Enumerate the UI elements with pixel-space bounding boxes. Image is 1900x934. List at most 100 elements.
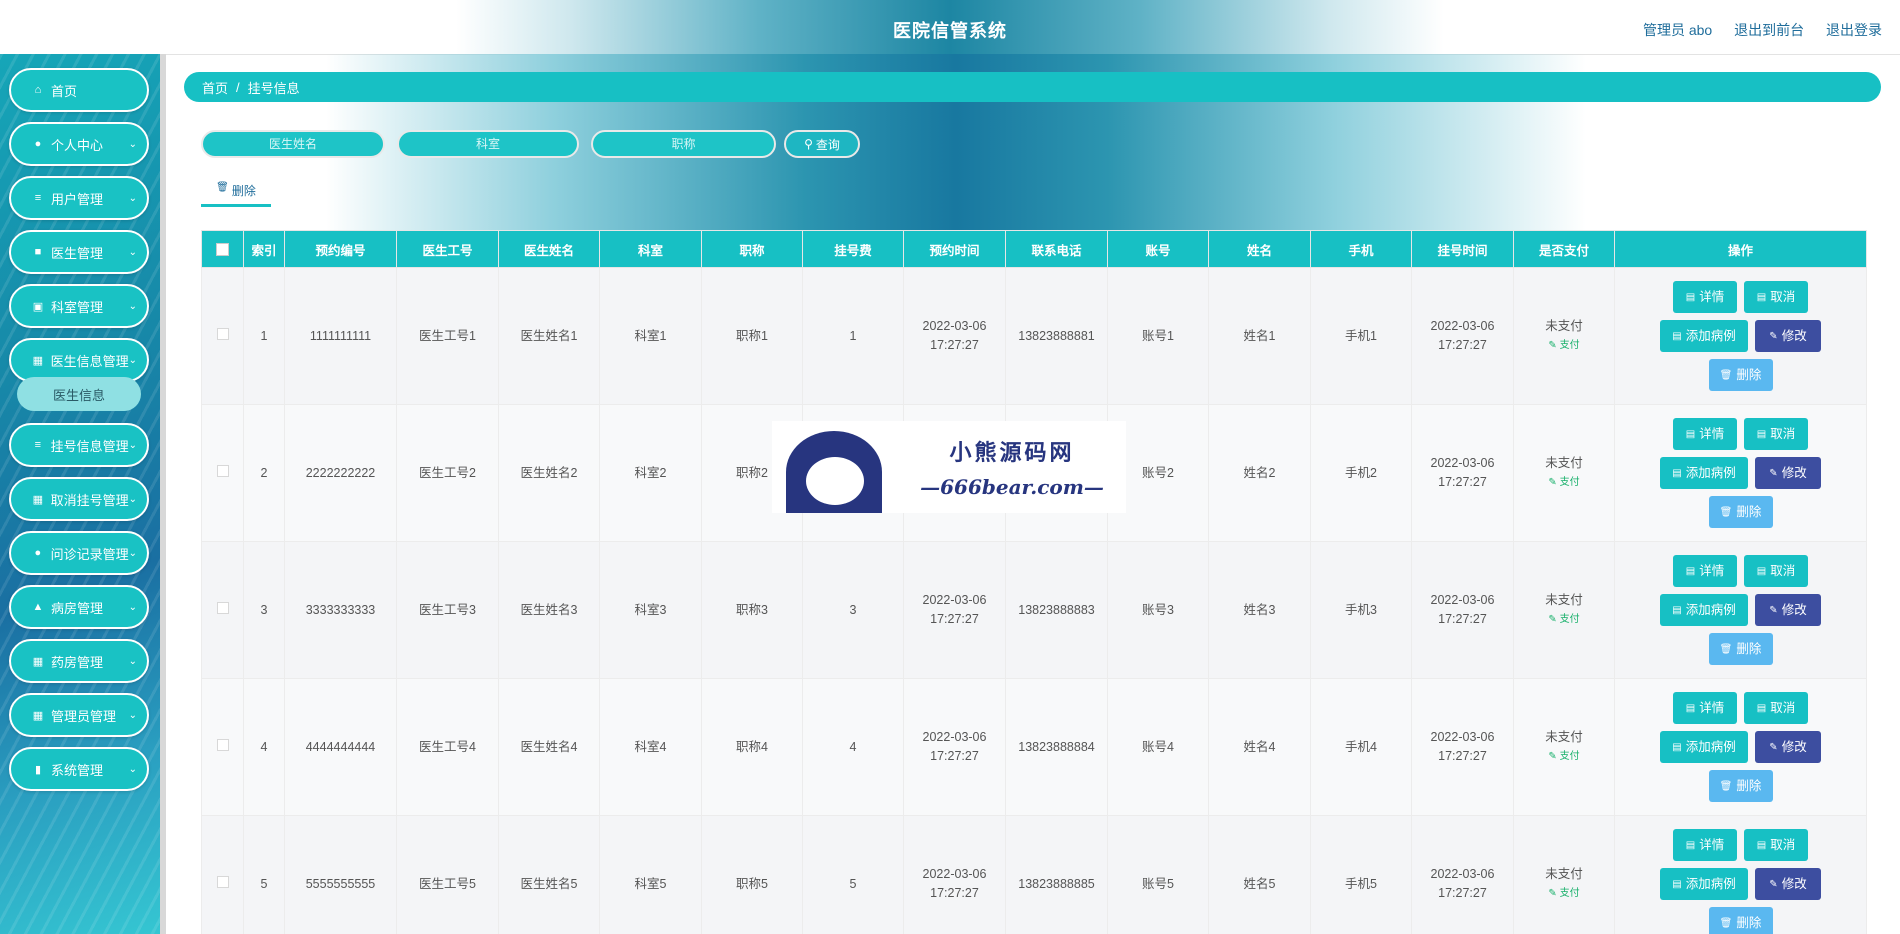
delete-button[interactable]: 🗑 删除 (1708, 359, 1773, 391)
delete-button[interactable]: 🗑 删除 (1708, 770, 1773, 802)
trash-icon: 🗑 (216, 182, 229, 193)
payment-status: 未支付 (1545, 593, 1583, 607)
pay-link[interactable]: ✎ 支付 (1514, 610, 1614, 629)
cell-phone: 13823888883 (1005, 541, 1108, 679)
edit-button-label: 修改 (1781, 876, 1807, 891)
sidebar-item[interactable]: ▦ 药房管理 ⌄ (9, 639, 149, 683)
cell-name: 姓名4 (1208, 678, 1311, 816)
doctor-name-search-input[interactable] (201, 130, 385, 158)
sidebar-item[interactable]: ● 个人中心 ⌄ (9, 122, 149, 166)
cell-title: 职称1 (701, 267, 803, 405)
cancel-button[interactable]: ▤ 取消 (1744, 418, 1808, 450)
back-to-frontend-link[interactable]: 退出到前台 (1734, 22, 1804, 38)
row-checkbox[interactable] (216, 875, 229, 888)
edit-button[interactable]: ✎ 修改 (1755, 868, 1821, 900)
row-checkbox[interactable] (216, 738, 229, 751)
sidebar-item[interactable]: ▮ 系统管理 ⌄ (9, 747, 149, 791)
edit-icon: ✎ (1769, 741, 1778, 753)
delete-button[interactable]: 🗑 删除 (1708, 907, 1773, 934)
watermark-url: —666bear.com— (920, 475, 1104, 499)
sidebar-item[interactable]: ≡ 用户管理 ⌄ (9, 176, 149, 220)
pay-link-label: 支付 (1559, 751, 1580, 762)
sidebar-item-label: 挂号信息管理 (50, 438, 129, 454)
row-select-cell[interactable] (201, 815, 244, 934)
chevron-down-icon: ⌄ (128, 439, 137, 451)
document-icon: ▤ (1756, 839, 1767, 851)
document-icon: ▤ (1756, 565, 1767, 577)
row-checkbox[interactable] (216, 464, 229, 477)
watermark-logo: 小熊源码网 —666bear.com— (772, 421, 1126, 513)
delete-button-label: 删除 (1736, 367, 1762, 382)
sidebar-item[interactable]: ▲ 病房管理 ⌄ (9, 585, 149, 629)
sidebar-item[interactable]: ⌂ 首页 (9, 68, 149, 112)
cancel-button[interactable]: ▤ 取消 (1744, 692, 1808, 724)
cell-appt-time: 2022-03-06 17:27:27 (903, 541, 1006, 679)
sidebar-item[interactable]: ■ 医生管理 ⌄ (9, 230, 149, 274)
cell-reg-time: 2022-03-06 17:27:27 (1411, 815, 1514, 934)
select-all-header[interactable] (201, 230, 244, 268)
pay-link[interactable]: ✎ 支付 (1514, 473, 1614, 492)
edit-button[interactable]: ✎ 修改 (1755, 320, 1821, 352)
sidebar-item[interactable]: ▦ 管理员管理 ⌄ (9, 693, 149, 737)
submenu-item-doctor-info[interactable]: 医生信息 (17, 377, 141, 411)
payment-status: 未支付 (1545, 319, 1583, 333)
department-search-input[interactable] (397, 130, 579, 158)
sidebar-item[interactable]: ▦ 取消挂号管理 ⌄ (9, 477, 149, 521)
add-medical-record-button[interactable]: ▤ 添加病例 (1660, 868, 1748, 900)
sidebar-item[interactable]: ▦ 医生信息管理 ⌄ (9, 338, 149, 382)
title-search-input[interactable] (591, 130, 776, 158)
pay-link[interactable]: ✎ 支付 (1514, 747, 1614, 766)
delete-button[interactable]: 🗑 删除 (1708, 496, 1773, 528)
search-icon: ⚲ (804, 137, 813, 151)
cell-account: 账号3 (1107, 541, 1209, 679)
row-select-cell[interactable] (201, 404, 244, 542)
watermark-title: 小熊源码网 (949, 440, 1075, 466)
cell-doc-id: 医生工号1 (396, 267, 499, 405)
detail-button[interactable]: ▤ 详情 (1673, 555, 1737, 587)
pay-link[interactable]: ✎ 支付 (1514, 336, 1614, 355)
detail-button[interactable]: ▤ 详情 (1673, 418, 1737, 450)
sidebar-item[interactable]: ● 问诊记录管理 ⌄ (9, 531, 149, 575)
cancel-button[interactable]: ▤ 取消 (1744, 555, 1808, 587)
payment-status: 未支付 (1545, 730, 1583, 744)
row-checkbox[interactable] (216, 327, 229, 340)
edit-button[interactable]: ✎ 修改 (1755, 731, 1821, 763)
pay-link[interactable]: ✎ 支付 (1514, 884, 1614, 903)
sidebar-item-label: 科室管理 (51, 299, 104, 315)
admin-user-link[interactable]: 管理员 abo (1643, 22, 1712, 38)
add-medical-record-button[interactable]: ▤ 添加病例 (1660, 594, 1748, 626)
detail-button-label: 详情 (1699, 426, 1725, 441)
cancel-button[interactable]: ▤ 取消 (1744, 829, 1808, 861)
detail-button[interactable]: ▤ 详情 (1673, 692, 1737, 724)
row-select-cell[interactable] (201, 541, 244, 679)
batch-delete-button[interactable]: 🗑 删除 (201, 182, 271, 207)
payment-status-cell: 未支付 ✎ 支付 (1513, 815, 1615, 934)
row-select-cell[interactable] (201, 267, 244, 405)
add-medical-record-button[interactable]: ▤ 添加病例 (1660, 457, 1748, 489)
add-medical-record-button[interactable]: ▤ 添加病例 (1660, 320, 1748, 352)
cell-appt-no: 2222222222 (284, 404, 397, 542)
list-icon: ≡ (34, 439, 41, 451)
sidebar-item[interactable]: ▣ 科室管理 ⌄ (9, 284, 149, 328)
column-header: 医生工号 (396, 230, 499, 268)
edit-button[interactable]: ✎ 修改 (1755, 594, 1821, 626)
breadcrumb-home[interactable]: 首页 (202, 78, 228, 97)
select-all-checkbox[interactable] (216, 243, 229, 257)
registration-table: 索引 预约编号 医生工号 医生姓名 科室 职称 挂号费 预约时间 联系电话 账号… (201, 230, 1867, 934)
sidebar-item-label: 取消挂号管理 (50, 492, 129, 508)
add-medical-record-button[interactable]: ▤ 添加病例 (1660, 731, 1748, 763)
delete-button[interactable]: 🗑 删除 (1708, 633, 1773, 665)
edit-button[interactable]: ✎ 修改 (1755, 457, 1821, 489)
row-checkbox[interactable] (216, 601, 229, 614)
cancel-button[interactable]: ▤ 取消 (1744, 281, 1808, 313)
document-icon: ▤ (1685, 291, 1696, 303)
detail-button[interactable]: ▤ 详情 (1673, 281, 1737, 313)
logout-link[interactable]: 退出登录 (1826, 22, 1882, 38)
column-header: 姓名 (1208, 230, 1311, 268)
row-select-cell[interactable] (201, 678, 244, 816)
sidebar-item[interactable]: ≡ 挂号信息管理 ⌄ (9, 423, 149, 467)
table-row: 1 1111111111 医生工号1 医生姓名1 科室1 职称1 1 2022-03-06 1… (201, 267, 1867, 405)
cell-dept: 科室2 (599, 404, 702, 542)
query-button[interactable]: ⚲ 查询 (784, 130, 860, 158)
detail-button[interactable]: ▤ 详情 (1673, 829, 1737, 861)
